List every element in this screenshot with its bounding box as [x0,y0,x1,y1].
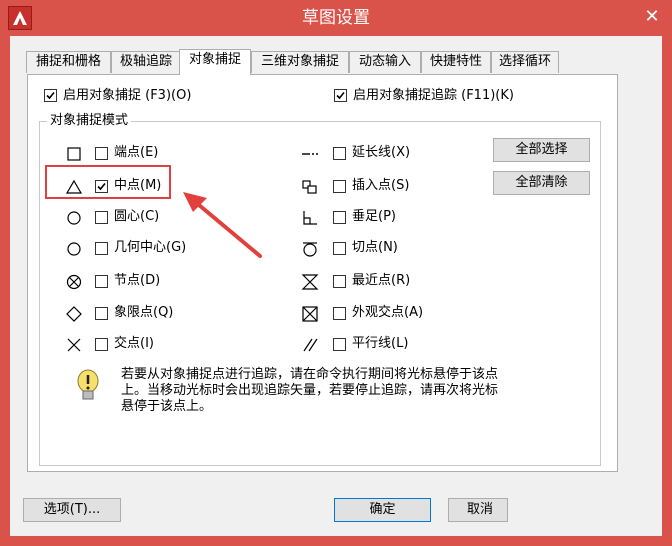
clear-all-button[interactable]: 全部清除 [493,171,590,195]
square-icon [67,147,81,161]
snap-on-label: 启用对象捕捉 (F3)(O) [63,88,192,103]
parallel-label: 平行线(L) [352,336,409,351]
snap-on-checkbox[interactable] [44,89,57,102]
diamond-icon [66,306,82,322]
tab-3d-object-snap[interactable]: 三维对象捕捉 [251,51,349,73]
intersection-checkbox[interactable] [95,338,108,351]
hourglass-icon [301,274,319,290]
lightbulb-icon [77,369,99,400]
parallel-icon [303,338,318,352]
select-all-button[interactable]: 全部选择 [493,138,590,162]
extension-label: 延长线(X) [352,145,411,160]
perpendicular-checkbox[interactable] [333,211,346,224]
x-icon [67,338,81,352]
annotation-arrow [183,192,262,258]
dash-dot-icon [302,153,318,155]
insertion-label: 插入点(S) [352,178,410,193]
extension-checkbox[interactable] [333,147,346,160]
quadrant-label: 象限点(Q) [114,305,174,320]
tangent-checkbox[interactable] [333,242,346,255]
center-label: 圆心(C) [114,209,160,224]
node-label: 节点(D) [114,273,161,288]
endpoint-checkbox[interactable] [95,147,108,160]
perpendicular-icon [303,211,317,225]
circle-x-icon [66,274,82,290]
tab-polar-tracking[interactable]: 极轴追踪 [111,51,181,73]
tip-line-1: 若要从对象捕捉点进行追踪，请在命令执行期间将光标悬停于该点 [121,367,499,382]
apparent-intersection-label: 外观交点(A) [352,305,424,320]
tab-snap-grid[interactable]: 捕捉和栅格 [26,51,111,73]
window-title: 草图设置 [302,8,370,28]
insert-icon [302,180,317,194]
tangent-label: 切点(N) [352,240,398,255]
tip-text: 若要从对象捕捉点进行追踪，请在命令执行期间将光标悬停于该点 上。当移动光标时会出… [121,367,581,415]
dialog-body: 捕捉和栅格 极轴追踪 对象捕捉 三维对象捕捉 动态输入 快捷特性 选择循环 启用… [10,36,662,536]
apparent-intersection-checkbox[interactable] [333,307,346,320]
options-button[interactable]: 选项(T)... [23,498,121,522]
insertion-checkbox[interactable] [333,180,346,193]
ok-button[interactable]: 确定 [334,498,431,522]
close-button[interactable]: ✕ [638,6,666,28]
circle-icon [67,211,81,225]
nearest-checkbox[interactable] [333,275,346,288]
object-snap-panel: 启用对象捕捉 (F3)(O) 启用对象捕捉追踪 (F11)(K) 对象捕捉模式 … [27,74,618,472]
nearest-label: 最近点(R) [352,273,411,288]
snap-modes-title: 对象捕捉模式 [47,113,132,129]
perpendicular-label: 垂足(P) [352,209,396,224]
tip-line-3: 悬停于该点上。 [121,399,213,414]
tracking-on-checkbox[interactable] [334,89,347,102]
cancel-button[interactable]: 取消 [448,498,508,522]
tab-dynamic-input[interactable]: 动态输入 [349,51,421,73]
circle-icon [67,242,81,256]
annotation-highlight-box [45,165,171,199]
tab-selection-cycling[interactable]: 选择循环 [491,51,559,73]
node-checkbox[interactable] [95,275,108,288]
tab-object-snap[interactable]: 对象捕捉 [179,49,251,75]
tip-line-2: 上。当移动光标时会出现追踪矢量，若要停止追踪，请再次将光标 [121,383,499,398]
tangent-icon [303,242,317,257]
boxed-x-icon [302,306,318,322]
intersection-label: 交点(I) [114,336,154,351]
geometric-center-checkbox[interactable] [95,242,108,255]
parallel-checkbox[interactable] [333,338,346,351]
center-checkbox[interactable] [95,211,108,224]
tracking-on-label: 启用对象捕捉追踪 (F11)(K) [353,88,514,103]
endpoint-label: 端点(E) [114,145,159,160]
tab-quick-properties[interactable]: 快捷特性 [421,51,491,73]
title-bar[interactable]: 草图设置 ✕ [0,0,672,36]
dialog-window: 草图设置 ✕ 捕捉和栅格 极轴追踪 对象捕捉 三维对象捕捉 动态输入 快捷特性 … [0,0,672,546]
quadrant-checkbox[interactable] [95,307,108,320]
